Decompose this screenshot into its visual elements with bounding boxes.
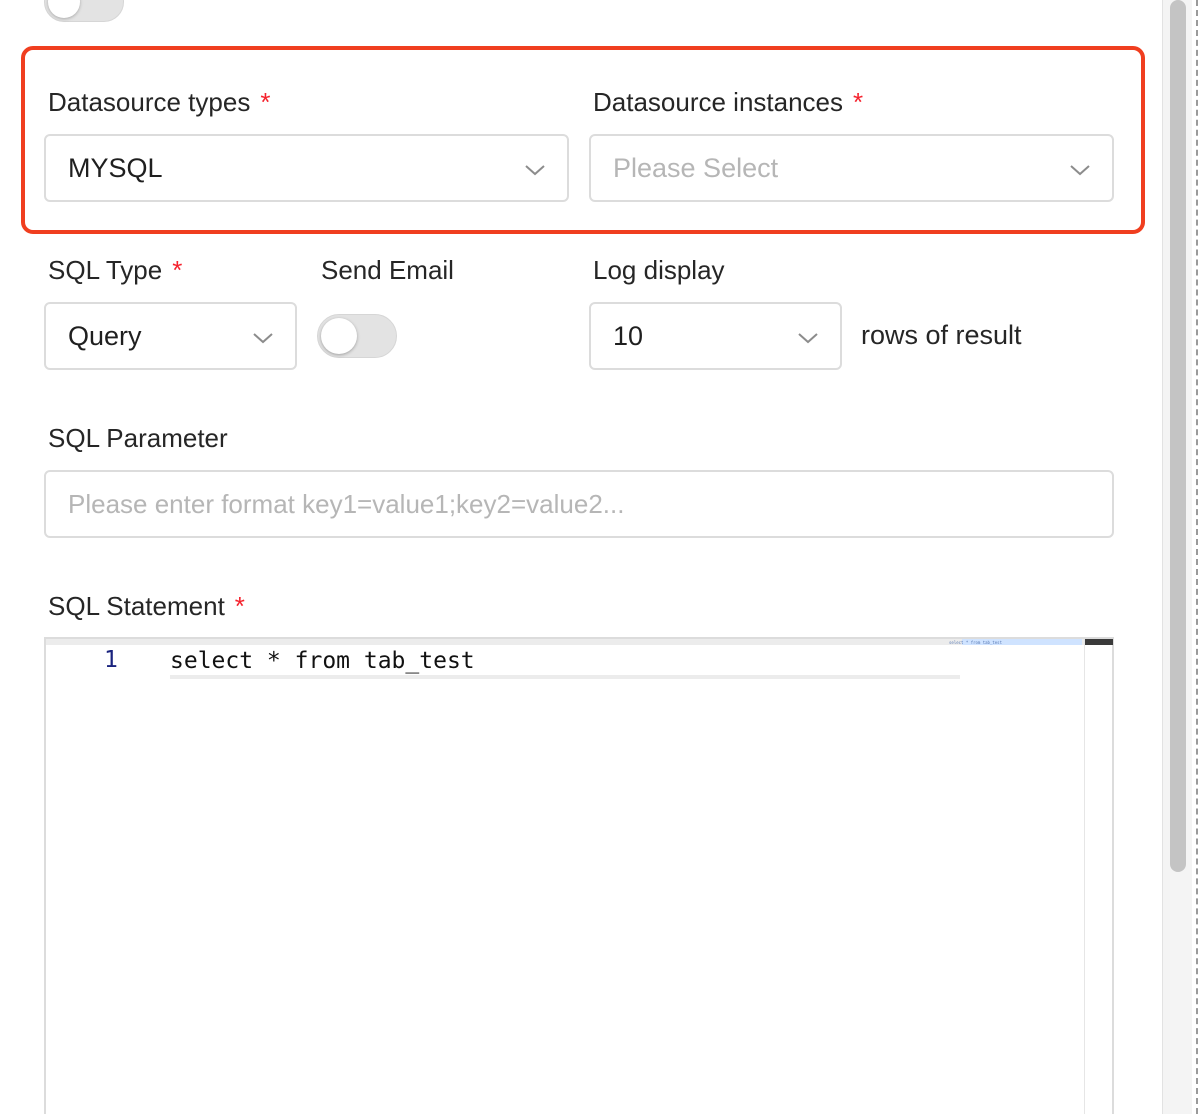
minimap-text: select * from tab_test — [949, 640, 1002, 645]
send-email-toggle[interactable] — [317, 314, 397, 358]
log-display-value: 10 — [613, 320, 644, 351]
required-mark: * — [853, 87, 864, 117]
chevron-down-icon — [251, 326, 275, 350]
page-scrollbar-thumb[interactable] — [1170, 0, 1186, 872]
required-mark: * — [260, 87, 271, 117]
dashed-edge-divider — [1196, 0, 1198, 1114]
sql-parameter-input[interactable] — [44, 470, 1114, 538]
sql-parameter-label: SQL Parameter — [48, 423, 228, 453]
datasource-types-value: MYSQL — [68, 152, 163, 183]
chevron-down-icon — [1068, 158, 1092, 182]
sql-type-value: Query — [68, 320, 142, 351]
sql-statement-label-text: SQL Statement — [48, 591, 225, 621]
send-email-label: Send Email — [321, 255, 454, 285]
log-display-label: Log display — [593, 255, 725, 285]
chevron-down-icon — [796, 326, 820, 350]
chevron-down-icon — [523, 158, 547, 182]
toggle-knob — [321, 318, 357, 354]
sql-code-editor[interactable]: 1 select * from tab_test select * from t… — [44, 637, 1114, 1114]
datasource-instances-label: Datasource instances * — [593, 86, 863, 118]
log-display-select[interactable]: 10 — [589, 302, 842, 370]
line-number: 1 — [104, 647, 118, 673]
task-form-panel: Datasource types * MYSQL Datasource insta… — [0, 0, 1204, 1114]
datasource-instances-placeholder: Please Select — [613, 152, 779, 183]
editor-scrollbar[interactable] — [1084, 639, 1113, 1114]
code-line[interactable]: select * from tab_test — [170, 643, 960, 679]
editor-scrollbar-thumb[interactable] — [1085, 639, 1113, 645]
datasource-types-label-text: Datasource types — [48, 87, 251, 117]
sql-statement-label: SQL Statement * — [48, 590, 245, 622]
datasource-instances-label-text: Datasource instances — [593, 87, 844, 117]
datasource-types-select[interactable]: MYSQL — [44, 134, 569, 202]
toggle-knob — [48, 0, 80, 18]
rows-of-result-text: rows of result — [861, 320, 1022, 350]
required-mark: * — [234, 591, 245, 621]
datasource-instances-select[interactable]: Please Select — [589, 134, 1114, 202]
datasource-types-label: Datasource types * — [48, 86, 270, 118]
previous-toggle-switch[interactable] — [44, 0, 124, 22]
page-scrollbar[interactable] — [1162, 0, 1192, 1114]
sql-type-label-text: SQL Type — [48, 255, 163, 285]
sql-type-select[interactable]: Query — [44, 302, 297, 370]
sql-type-label: SQL Type * — [48, 254, 182, 286]
required-mark: * — [172, 255, 183, 285]
